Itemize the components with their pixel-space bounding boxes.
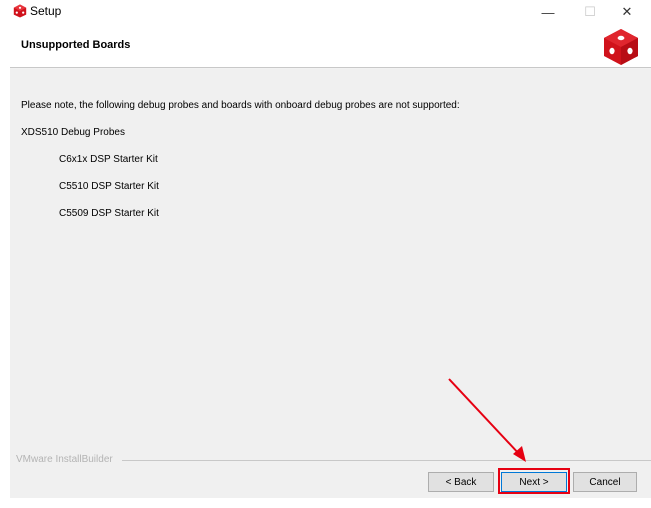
back-button[interactable]: < Back	[428, 472, 494, 492]
board-item: C5509 DSP Starter Kit	[59, 208, 159, 219]
maximize-button[interactable]: ☐	[572, 0, 608, 24]
probe-group-label: XDS510 Debug Probes	[21, 127, 125, 138]
brand-divider	[122, 460, 651, 461]
installer-cube-icon	[13, 4, 27, 18]
setup-window: Setup — ☐ ✕ Unsupported Boards Please no…	[0, 0, 651, 508]
title-bar: Setup — ☐ ✕	[0, 0, 651, 24]
page-header: Unsupported Boards	[0, 24, 651, 68]
minimize-button[interactable]: —	[530, 0, 566, 24]
next-button-highlight	[498, 468, 570, 494]
brand-label: VMware InstallBuilder	[16, 454, 113, 465]
page-title: Unsupported Boards	[21, 39, 131, 51]
board-item: C5510 DSP Starter Kit	[59, 181, 159, 192]
cancel-button[interactable]: Cancel	[573, 472, 637, 492]
unsupported-note: Please note, the following debug probes …	[21, 100, 460, 111]
window-title: Setup	[30, 4, 62, 18]
board-item: C6x1x DSP Starter Kit	[59, 154, 158, 165]
close-button[interactable]: ✕	[609, 0, 645, 24]
installer-cube-logo	[604, 29, 638, 65]
